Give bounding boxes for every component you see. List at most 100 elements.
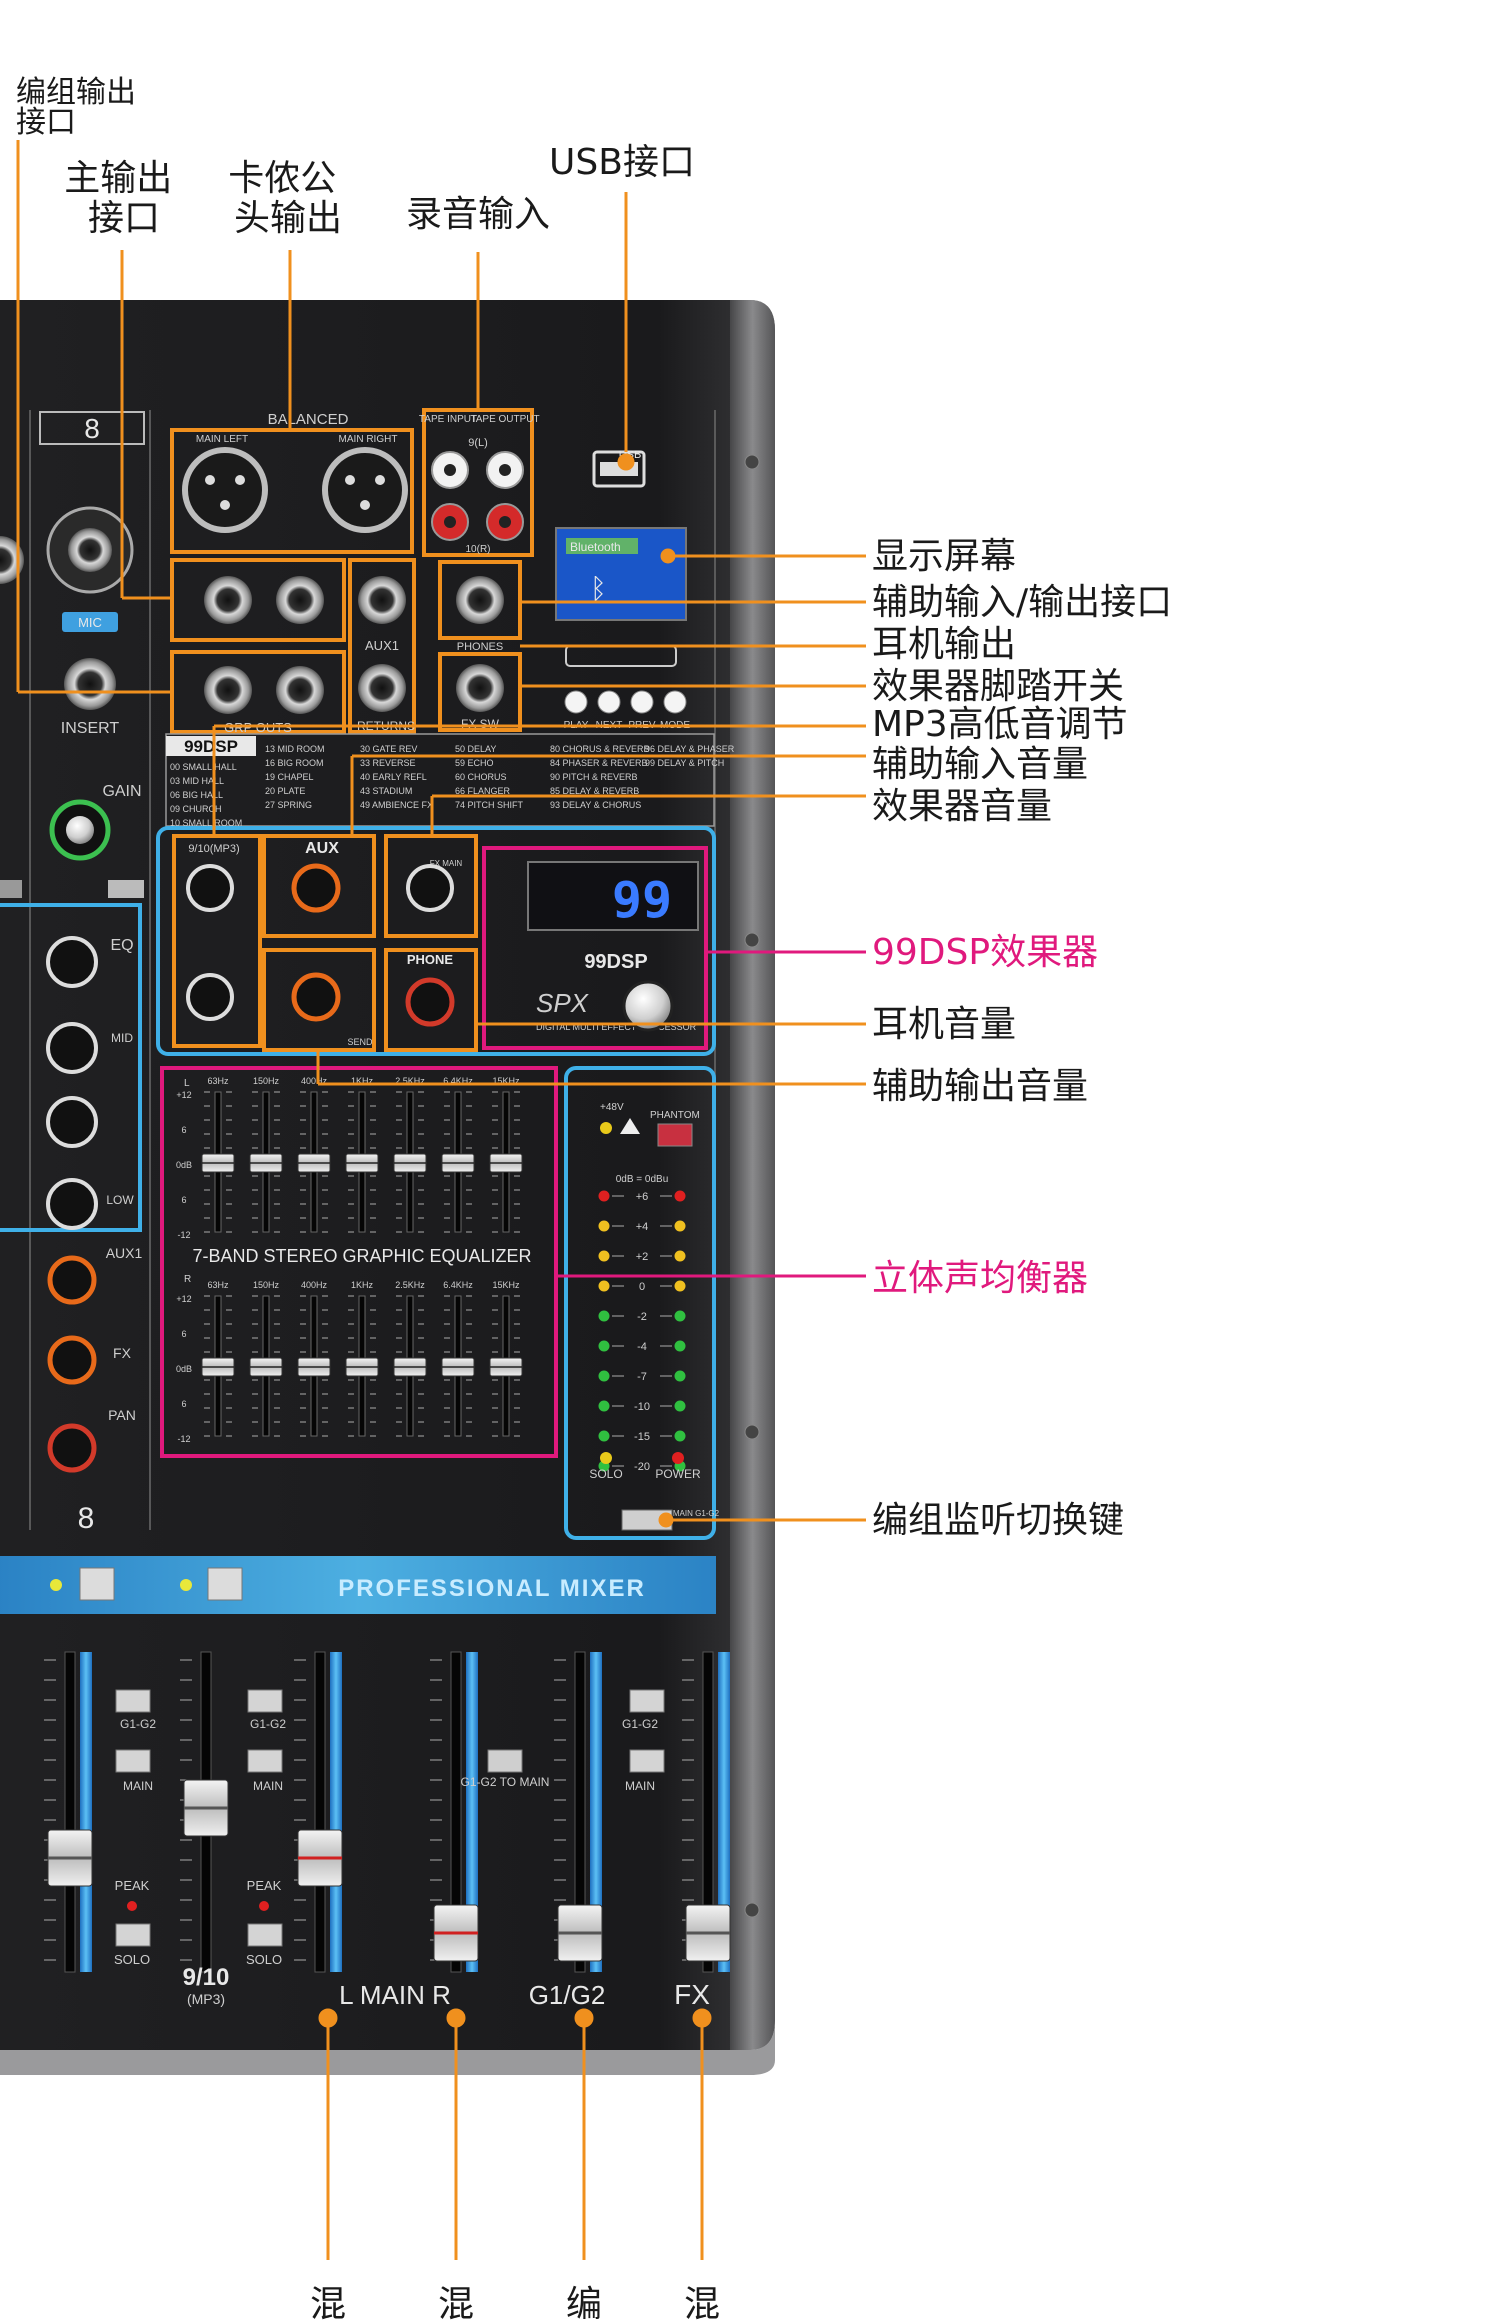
phone-level-knob[interactable] xyxy=(405,977,455,1027)
dsp-preset-8: 20 PLATE xyxy=(265,786,305,796)
dsp-preset-13: 43 STADIUM xyxy=(360,786,412,796)
dsp-preset-25: 96 DELAY & PHASER xyxy=(645,744,735,754)
callout-right-5: 辅助输入音量 xyxy=(872,744,1088,785)
eq-freq-1-2: 400Hz xyxy=(301,1280,328,1290)
balanced-label: BALANCED xyxy=(268,411,349,428)
callout-tape-input: 录音输入 xyxy=(406,194,550,235)
aux-send-jack-1[interactable] xyxy=(204,576,252,624)
mute-button-1[interactable] xyxy=(79,1567,115,1601)
eq-scale-1-2: 0dB xyxy=(176,1364,192,1374)
meter-top-label: 0dB = 0dBu xyxy=(616,1174,669,1185)
dsp-preset-12: 40 EARLY REFL xyxy=(360,772,427,782)
main-label-0: MAIN xyxy=(123,1779,153,1793)
solo-button-1[interactable] xyxy=(247,1923,283,1947)
dsp-preset-20: 80 CHORUS & REVERB xyxy=(550,744,650,754)
dsp-preset-24: 93 DELAY & CHORUS xyxy=(550,800,641,810)
assign-button-4[interactable] xyxy=(629,1689,665,1713)
dsp-display: 99 xyxy=(612,871,672,929)
insert-label: INSERT xyxy=(61,720,120,737)
bluetooth-icon: ᛒ xyxy=(590,573,607,604)
mp3-high-knob[interactable] xyxy=(186,864,234,912)
assign-button-5[interactable] xyxy=(629,1749,665,1773)
fx-level-knob[interactable] xyxy=(406,864,454,912)
mute-button-2[interactable] xyxy=(207,1567,243,1601)
aux-return-level-knob[interactable] xyxy=(291,863,341,913)
group-out-jack-1[interactable] xyxy=(204,666,252,714)
aux1-knob[interactable] xyxy=(47,1255,97,1305)
meter-led-l-2 xyxy=(598,1250,610,1262)
channel-number-bottom: 8 xyxy=(78,1502,95,1535)
player-button-mode[interactable] xyxy=(663,690,687,714)
solo-button-0[interactable] xyxy=(115,1923,151,1947)
knob-9-10-label: 9/10(MP3) xyxy=(188,843,239,855)
callout-xlr-output-l2: 头输出 xyxy=(234,198,342,239)
aux1-knob-label: AUX1 xyxy=(106,1245,143,1261)
eq-freq-1-4: 2.5KHz xyxy=(395,1280,425,1290)
eq-title: 7-BAND STEREO GRAPHIC EQUALIZER xyxy=(192,1246,531,1266)
meter-level-9: -20 xyxy=(634,1461,650,1473)
main-switch-label: MAIN G1-G2 xyxy=(673,1509,720,1518)
low-label: LOW xyxy=(106,1193,134,1207)
callout-right-0: 显示屏幕 xyxy=(872,536,1016,577)
player-button-next[interactable] xyxy=(597,690,621,714)
eq-freq-0-0: 63Hz xyxy=(207,1076,229,1086)
assign-button-2[interactable] xyxy=(247,1689,283,1713)
insert-jack[interactable] xyxy=(64,658,116,710)
lcd-text: Bluetooth xyxy=(570,540,621,554)
eq-scale-0-0: +12 xyxy=(176,1090,191,1100)
phones-jack[interactable] xyxy=(456,576,504,624)
mp3-low-knob[interactable] xyxy=(186,973,234,1021)
phantom-switch[interactable] xyxy=(657,1123,693,1147)
xlr-main-right[interactable] xyxy=(322,447,408,533)
callouts-right: 显示屏幕辅助输入/输出接口耳机输出效果器脚踏开关MP3高低音调节辅助输入音量效果… xyxy=(872,536,1172,1541)
eq-freq-knob[interactable] xyxy=(46,1096,98,1148)
callout-group-output: 编组输出 接口 xyxy=(16,75,146,140)
assign-button-0[interactable] xyxy=(115,1689,151,1713)
callout-main-output: 主输出 接口 xyxy=(64,158,183,239)
fx-knob-label: FX xyxy=(113,1345,132,1361)
player-button-play[interactable] xyxy=(564,690,588,714)
meter-led-r-7 xyxy=(674,1400,686,1412)
main-right-label: MAIN RIGHT xyxy=(339,434,398,445)
fx-footswitch-jack[interactable] xyxy=(456,664,504,712)
callout-right-8: 耳机音量 xyxy=(872,1004,1016,1045)
aux1-return-jack[interactable] xyxy=(358,576,406,624)
dsp-label: 99DSP xyxy=(584,951,647,973)
dsp-preset-16: 59 ECHO xyxy=(455,758,494,768)
aux-send-jack-2[interactable] xyxy=(276,576,324,624)
aux-return-jack[interactable] xyxy=(358,664,406,712)
peak-label-0: PEAK xyxy=(115,1878,150,1893)
eq-low-knob[interactable] xyxy=(46,1178,98,1230)
pan-knob-label: PAN xyxy=(108,1407,136,1423)
meter-level-3: 0 xyxy=(639,1281,645,1293)
eq-high-knob[interactable] xyxy=(46,936,98,988)
dsp-preset-22: 90 PITCH & REVERB xyxy=(550,772,638,782)
eq-mid-knob[interactable] xyxy=(46,1022,98,1074)
group-out-jack-2[interactable] xyxy=(276,666,324,714)
professional-mixer-text: PROFESSIONAL MIXER xyxy=(338,1575,646,1602)
phones-label: PHONES xyxy=(457,641,503,653)
tape-output-label: TAPE OUTPUT xyxy=(470,414,539,425)
fx-knob[interactable] xyxy=(47,1335,97,1385)
meter-led-l-0 xyxy=(598,1190,610,1202)
dsp-preset-5: 13 MID ROOM xyxy=(265,744,325,754)
fader-blue-strip-0 xyxy=(80,1652,92,1972)
meter-led-l-1 xyxy=(598,1220,610,1232)
peak-led-0 xyxy=(127,1901,137,1911)
callout-bottom-1: 混 xyxy=(438,2284,474,2322)
dsp-preset-11: 33 REVERSE xyxy=(360,758,416,768)
aux-send-level-knob[interactable] xyxy=(291,972,341,1022)
callout-right-2: 耳机输出 xyxy=(872,624,1016,665)
player-button-prev[interactable] xyxy=(630,690,654,714)
assign-button-3[interactable] xyxy=(247,1749,283,1773)
pan-knob[interactable] xyxy=(47,1423,97,1473)
g1g2-to-main-button[interactable] xyxy=(487,1749,523,1773)
meter-led-r-2 xyxy=(674,1250,686,1262)
dsp-preset-15: 50 DELAY xyxy=(455,744,496,754)
power-label: POWER xyxy=(655,1467,701,1481)
assign-button-1[interactable] xyxy=(115,1749,151,1773)
eq-freq-0-1: 150Hz xyxy=(253,1076,280,1086)
meter-led-l-3 xyxy=(598,1280,610,1292)
xlr-main-left[interactable] xyxy=(182,447,268,533)
callout-right-10: 立体声均衡器 xyxy=(872,1258,1088,1299)
